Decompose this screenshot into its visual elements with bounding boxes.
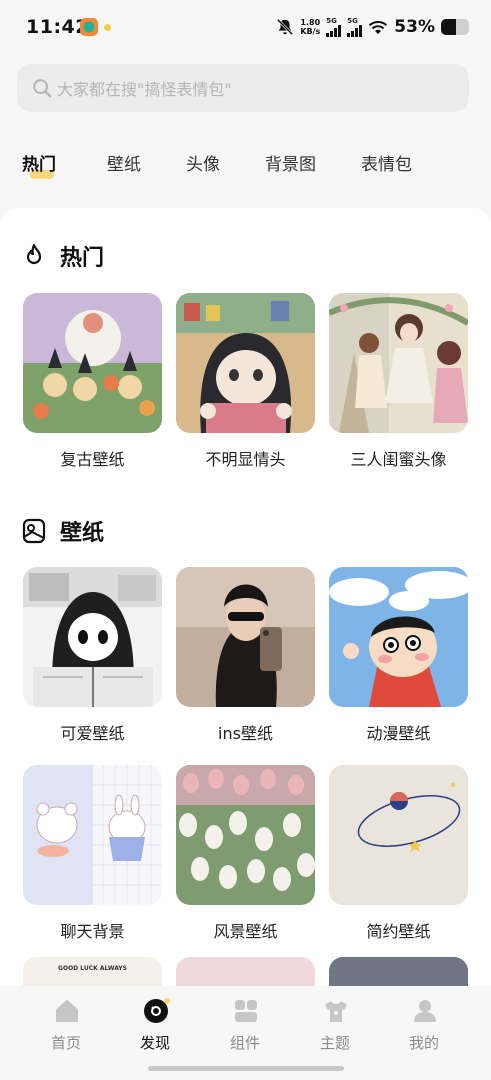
battery-fill [441, 19, 456, 35]
three-girls-image [329, 293, 468, 433]
tab-wallpaper[interactable]: 壁纸 [107, 150, 141, 175]
notification-dot-icon [104, 24, 111, 31]
thumb-subtle-couple[interactable] [176, 293, 315, 433]
caption-retro-wallpaper: 复古壁纸 [60, 450, 125, 469]
tab-background[interactable]: 背景图 [265, 150, 316, 175]
mute-bell-icon [277, 18, 294, 36]
home-icon [56, 1000, 78, 1022]
caption-chat-background: 聊天背景 [60, 922, 125, 941]
caption-subtle-couple: 不明显情头 [205, 450, 286, 469]
thumb-three-besties[interactable] [329, 293, 468, 433]
tab-stickers[interactable]: 表情包 [361, 150, 412, 175]
search-placeholder: 大家都在搜"搞怪表情包" [57, 80, 232, 99]
cute-bear-rabbit-image [23, 765, 162, 905]
flame-icon [26, 243, 42, 265]
battery-percent: 53% [394, 17, 435, 37]
thumb-retro-wallpaper[interactable] [23, 293, 162, 433]
category-tabs: 热门 壁纸 头像 背景图 表情包 [0, 146, 491, 182]
thumb-ins-wallpaper[interactable] [176, 567, 315, 707]
network-speed-unit: KB/s [300, 27, 321, 36]
status-bar: 11:42 1.80 KB/s 5G 5G 53% [0, 0, 491, 52]
nav-profile-label: 我的 [408, 1034, 439, 1052]
tab-hot[interactable]: 热门 [22, 150, 56, 175]
cartoon-boy-image [329, 567, 468, 707]
wifi-icon [369, 21, 388, 34]
content-card: 热门 复古壁纸 不明显情头 三人闺蜜头像 壁纸 可爱壁纸 ins壁纸 动漫壁纸 … [0, 208, 491, 1008]
tab-avatar[interactable]: 头像 [186, 150, 220, 175]
thumb-cute-wallpaper[interactable] [23, 567, 162, 707]
sim1-label: 5G [326, 17, 337, 25]
manga-girl-image [23, 567, 162, 707]
section-wallpaper-title: 壁纸 [60, 521, 105, 546]
nav-home[interactable]: 首页 [31, 992, 101, 1052]
nav-widgets-label: 组件 [229, 1034, 260, 1052]
peek-thumb-text: GOOD LUCK ALWAYS [58, 965, 127, 972]
battery-icon [441, 19, 469, 35]
thumb-minimal-wallpaper[interactable] [329, 765, 468, 905]
section-hot-title: 热门 [60, 246, 105, 271]
widgets-icon [235, 1000, 257, 1022]
search-bar[interactable]: 大家都在搜"搞怪表情包" [17, 64, 469, 112]
nav-theme-label: 主题 [319, 1034, 350, 1052]
network-speed-value: 1.80 [300, 18, 321, 27]
thumb-anime-wallpaper[interactable] [329, 567, 468, 707]
thumb-scenery-wallpaper[interactable] [176, 765, 315, 905]
theme-shirt-icon [325, 1001, 347, 1022]
nav-widgets[interactable]: 组件 [210, 992, 280, 1052]
status-right: 1.80 KB/s 5G 5G 53% [276, 14, 469, 40]
caption-anime-wallpaper: 动漫壁纸 [366, 724, 431, 743]
discover-icon [144, 998, 170, 1023]
search-icon [33, 79, 52, 98]
nav-profile[interactable]: 我的 [389, 992, 459, 1052]
section-hot-header: 热门 [20, 240, 104, 272]
anime-girl-image [176, 293, 315, 433]
thumb-chat-background[interactable] [23, 765, 162, 905]
signal-sim1-icon: 5G [326, 17, 342, 37]
nav-discover-label: 发现 [139, 1034, 170, 1052]
minimal-planet-image [329, 765, 468, 905]
wallpaper-icon [22, 518, 46, 544]
caption-ins-wallpaper: ins壁纸 [218, 724, 273, 743]
nav-home-label: 首页 [50, 1034, 81, 1052]
tulip-field-image [176, 765, 315, 905]
nav-discover[interactable]: 发现 [120, 992, 190, 1052]
nav-theme[interactable]: 主题 [300, 992, 370, 1052]
caption-three-besties: 三人闺蜜头像 [350, 450, 447, 469]
signal-sim2-icon: 5G [347, 17, 363, 37]
section-wallpaper-header: 壁纸 [20, 515, 104, 547]
network-speed: 1.80 KB/s [300, 18, 320, 36]
caption-cute-wallpaper: 可爱壁纸 [60, 724, 125, 743]
caption-scenery-wallpaper: 风景壁纸 [213, 922, 278, 941]
profile-icon [414, 1000, 436, 1022]
app-notification-icon [80, 18, 98, 36]
retro-illustration-image [23, 293, 162, 433]
caption-minimal-wallpaper: 简约壁纸 [366, 922, 431, 941]
home-indicator[interactable] [148, 1066, 344, 1071]
mirror-selfie-image [176, 567, 315, 707]
sim2-label: 5G [347, 17, 358, 25]
